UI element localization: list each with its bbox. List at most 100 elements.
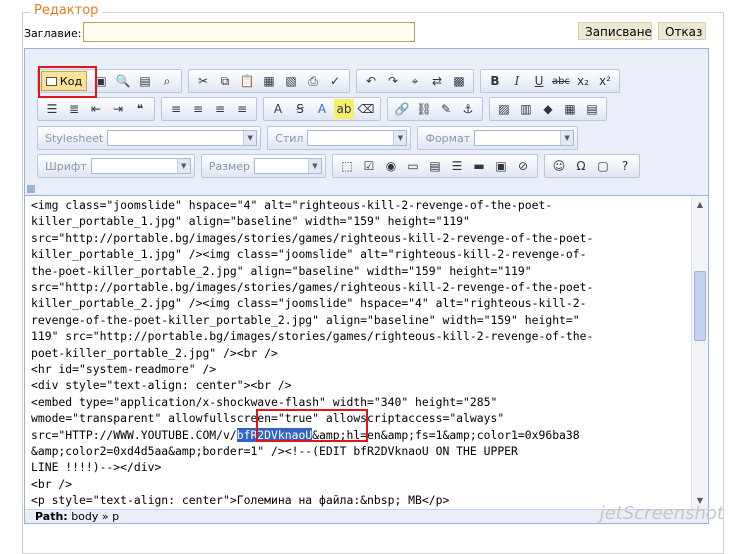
stylesheet-group: Stylesheet ▼ (37, 126, 262, 150)
font-group: Шрифт ▼ (37, 154, 195, 178)
bold-button[interactable]: B (485, 71, 505, 91)
select-all-icon[interactable]: ▩ (449, 71, 469, 91)
indent-icon[interactable]: ⇥ (108, 99, 128, 119)
toolbar-group-insert: ▨ ▥ ◆ ▦ ▤ (489, 97, 607, 121)
align-center-icon[interactable]: ≡ (188, 99, 208, 119)
cancel-button[interactable]: Отказ (658, 22, 706, 40)
style-icon[interactable]: A (268, 99, 288, 119)
chevron-down-icon: ▼ (393, 131, 407, 145)
strikethrough-button[interactable]: abc (551, 71, 571, 91)
about-icon[interactable]: ? (615, 156, 635, 176)
cleanup-icon[interactable]: ▣ (91, 71, 111, 91)
toolbar-group-align: ≡ ≡ ≡ ≡ (161, 97, 257, 121)
subscript-button[interactable]: x₂ (573, 71, 593, 91)
new-document-icon[interactable]: ▤ (135, 71, 155, 91)
image-button-icon[interactable]: ▣ (491, 156, 511, 176)
paste-icon[interactable]: 📋 (237, 71, 257, 91)
code-icon (45, 76, 57, 86)
textarea-icon[interactable]: ▤ (425, 156, 445, 176)
stylesheet-label: Stylesheet (45, 131, 104, 145)
style-group: Стил ▼ (267, 126, 412, 150)
table-props-icon[interactable]: ▤ (582, 99, 602, 119)
highlight-color-icon[interactable]: ab (334, 99, 354, 119)
size-label: Размер (208, 159, 250, 173)
superscript-button[interactable]: x² (595, 71, 615, 91)
text-color-icon[interactable]: A (312, 99, 332, 119)
code-scrollbar[interactable]: ▲ ▼ (691, 197, 708, 509)
italic-button[interactable]: I (507, 71, 527, 91)
format-select[interactable]: ▼ (474, 130, 575, 146)
redo-icon[interactable]: ↷ (383, 71, 403, 91)
scroll-up-icon[interactable]: ▲ (694, 199, 706, 211)
save-button[interactable]: Записване (578, 22, 652, 40)
special-char-icon[interactable]: Ω (571, 156, 591, 176)
font-spell-icon[interactable]: Ꞩ (290, 99, 310, 119)
button-field-icon[interactable]: ▬ (469, 156, 489, 176)
replace-icon[interactable]: ⇄ (427, 71, 447, 91)
undo-icon[interactable]: ↶ (361, 71, 381, 91)
align-left-icon[interactable]: ≡ (166, 99, 186, 119)
link-icon[interactable]: 🔗 (392, 99, 412, 119)
font-select[interactable]: ▼ (90, 158, 191, 174)
print-icon[interactable]: ⎙ (303, 71, 323, 91)
cut-icon[interactable]: ✂ (193, 71, 213, 91)
form-icon[interactable]: ⬚ (337, 156, 357, 176)
bullet-list-icon[interactable]: ☰ (42, 99, 62, 119)
code-line: <br /> (31, 476, 73, 491)
copy-icon[interactable]: ⧉ (215, 71, 235, 91)
image-icon[interactable]: ▨ (494, 99, 514, 119)
media-icon[interactable]: ◆ (538, 99, 558, 119)
smiley-icon[interactable]: ☺ (549, 156, 569, 176)
checkbox-icon[interactable]: ☑ (359, 156, 379, 176)
style-select[interactable]: ▼ (307, 130, 408, 146)
eraser-icon[interactable]: ⌫ (356, 99, 376, 119)
paste-word-icon[interactable]: ▧ (281, 71, 301, 91)
fullscreen-icon[interactable]: ▢ (593, 156, 613, 176)
chevron-down-icon: ▼ (560, 131, 574, 145)
scroll-thumb[interactable] (694, 271, 706, 341)
size-select[interactable]: ▼ (254, 158, 322, 174)
spellcheck-icon[interactable]: ✓ (325, 71, 345, 91)
paste-text-icon[interactable]: ▦ (259, 71, 279, 91)
anchor-icon[interactable]: ⚓ (458, 99, 478, 119)
radio-icon[interactable]: ◉ (381, 156, 401, 176)
code-line: <div style="text-align: center"><br /> (31, 378, 292, 393)
image-manager-icon[interactable]: ▥ (516, 99, 536, 119)
code-line: killer_portable_1.jpg" align="baseline" … (31, 214, 470, 229)
code-line: &amp;color2=0xd4d5aa&amp;border=1" /><!-… (31, 444, 518, 458)
code-line: the-poet-killer_portable_2.jpg" align="b… (31, 263, 532, 278)
format-group: Формат ▼ (417, 126, 579, 150)
code-line-prefix: src="HTTP://WWW.YOUTUBE.COM/v/ (31, 427, 237, 442)
outdent-icon[interactable]: ⇤ (86, 99, 106, 119)
code-line: <hr id="system-readmore" /> (31, 362, 217, 376)
toolbar-group-lists: ☰ ≣ ⇤ ⇥ ❝ (37, 97, 155, 121)
code-line-suffix: &amp;hl=en&amp;fs=1&amp;color1=0x96ba38 (312, 427, 580, 442)
link-edit-icon[interactable]: ✎ (436, 99, 456, 119)
code-line: wmode="transparent" allowfullscreen="tru… (31, 411, 505, 426)
align-justify-icon[interactable]: ≡ (232, 99, 252, 119)
toolbar-group-forms: ⬚ ☑ ◉ ▭ ▤ ☰ ▬ ▣ ⊘ (332, 154, 538, 178)
preview-icon[interactable]: 🔍 (113, 71, 133, 91)
source-code-view[interactable]: <img class="joomslide" hspace="4" alt="r… (25, 197, 691, 509)
stylesheet-select[interactable]: ▼ (107, 130, 258, 146)
underline-button[interactable]: U (529, 71, 549, 91)
table-icon[interactable]: ▦ (560, 99, 580, 119)
hidden-field-icon[interactable]: ⊘ (513, 156, 533, 176)
textfield-icon[interactable]: ▭ (403, 156, 423, 176)
select-field-icon[interactable]: ☰ (447, 156, 467, 176)
search-document-icon[interactable]: ⌕ (157, 71, 177, 91)
numbered-list-icon[interactable]: ≣ (64, 99, 84, 119)
blockquote-button[interactable]: ❝ (130, 99, 150, 119)
toolbar-resize-handle[interactable] (27, 185, 35, 193)
code-line: LINE !!!!)--></div> (31, 460, 162, 475)
title-input[interactable] (83, 22, 415, 42)
code-view-button[interactable]: Код (41, 71, 87, 91)
title-label: Заглавие: (24, 27, 82, 40)
code-line: <p style="text-align: center">Големина н… (31, 493, 450, 508)
align-right-icon[interactable]: ≡ (210, 99, 230, 119)
code-button-label: Код (59, 74, 83, 88)
chevron-down-icon: ▼ (243, 131, 257, 145)
unlink-icon[interactable]: ⛓ (414, 99, 434, 119)
code-line: <embed type="application/x-shockwave-fla… (31, 394, 498, 409)
find-icon[interactable]: ⌖ (405, 71, 425, 91)
